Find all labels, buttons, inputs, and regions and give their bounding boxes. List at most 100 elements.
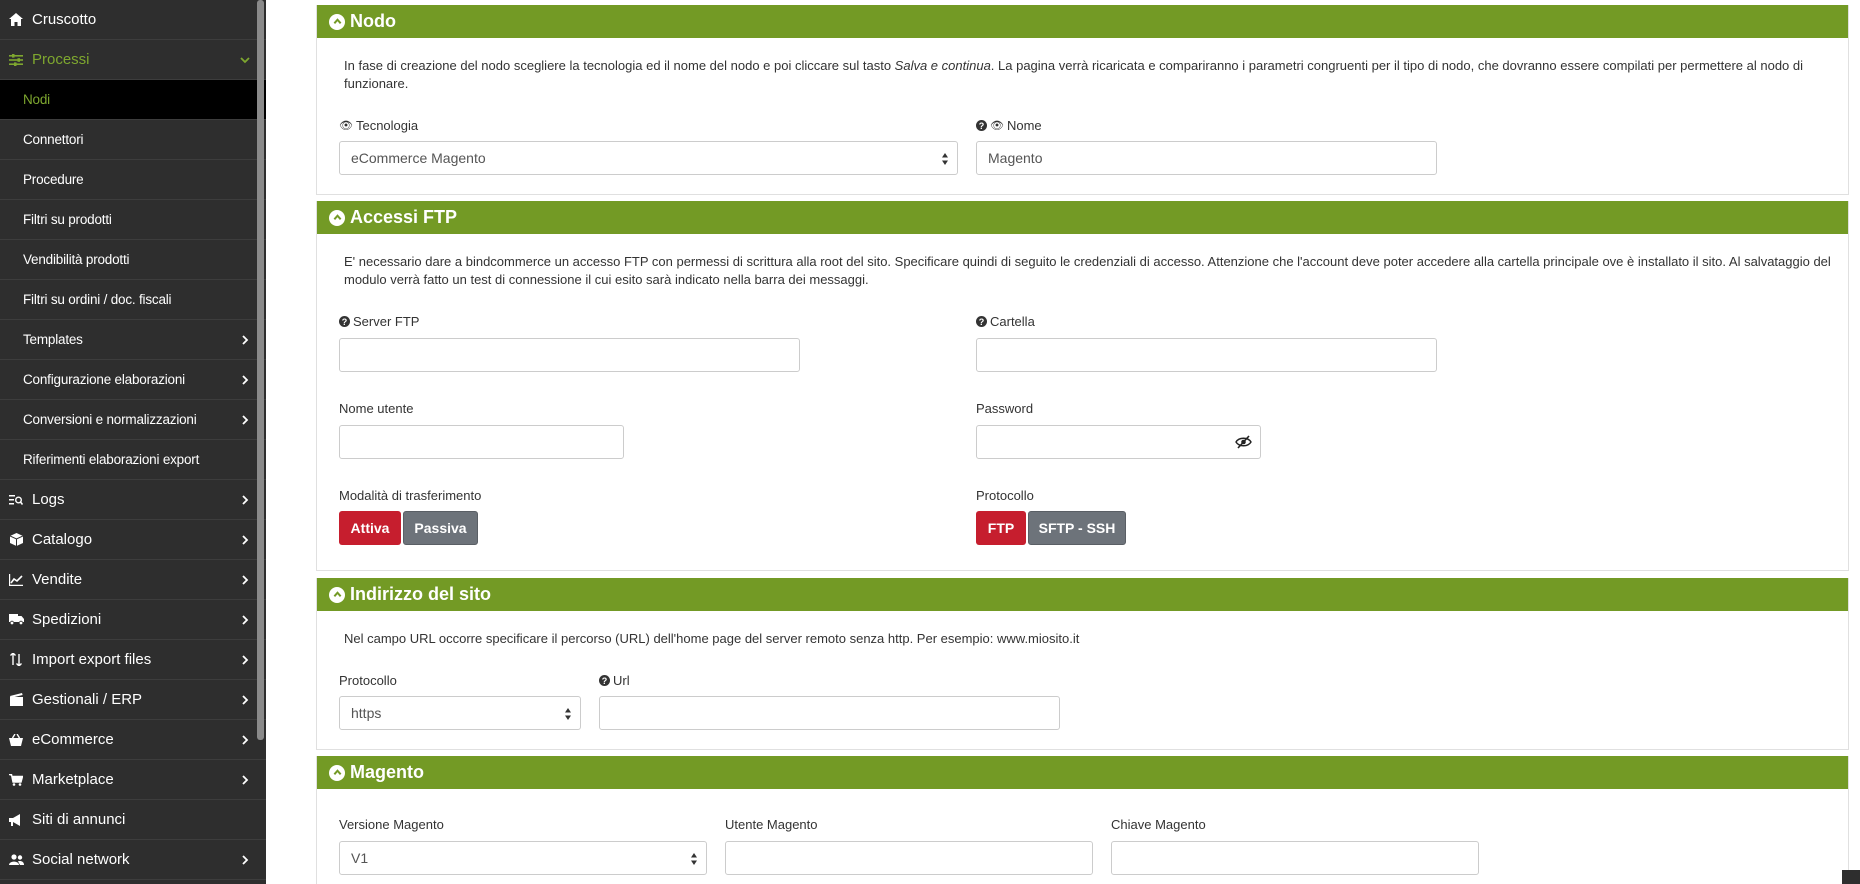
question-circle-icon: ? [976, 316, 987, 327]
sidebar-subitem-templates[interactable]: Templates [0, 320, 266, 360]
panel-title: Magento [350, 762, 424, 782]
panel-title: Indirizzo del sito [350, 584, 492, 604]
sidebar-item-cruscotto[interactable]: Cruscotto [0, 0, 266, 40]
nome-utente-input[interactable] [339, 425, 624, 459]
chevron-up-circle-icon[interactable] [329, 13, 345, 30]
cartella-input[interactable] [976, 338, 1437, 372]
eye-slash-icon[interactable] [1235, 435, 1252, 449]
select-arrows-icon [565, 708, 571, 720]
chiave-magento-input[interactable] [1111, 841, 1479, 875]
sidebar-item-ecommerce[interactable]: eCommerce [0, 720, 266, 760]
panel-title: Accessi FTP [350, 207, 458, 227]
chevron-right-icon [238, 573, 252, 587]
clapperboard-icon [8, 692, 24, 708]
users-icon [8, 852, 24, 868]
passiva-button[interactable]: Passiva [403, 511, 478, 545]
nome-label: ? 👁 Nome [976, 118, 1042, 133]
panel-header[interactable]: Magento [317, 756, 1848, 789]
scroll-corner [1842, 870, 1860, 884]
panel-description: E' necessario dare a bindcommerce un acc… [344, 254, 1831, 287]
sidebar-item-processi[interactable]: Processi [0, 40, 266, 80]
chevron-right-icon [238, 613, 252, 627]
sidebar-subitem-connettori[interactable]: Connettori [0, 120, 266, 160]
sidebar-scrollbar[interactable] [257, 0, 264, 740]
versione-magento-select[interactable]: V1 [339, 841, 707, 875]
panel-header[interactable]: Indirizzo del sito [317, 578, 1848, 611]
sidebar-item-label: Marketplace [32, 771, 114, 788]
sidebar-item-label: Connettori [23, 132, 84, 147]
sidebar-subitem-nodi[interactable]: Nodi [0, 80, 266, 120]
sidebar-subitem-vendibilita[interactable]: Vendibilità prodotti [0, 240, 266, 280]
url-input[interactable] [599, 696, 1060, 730]
eye-icon: 👁 [339, 120, 353, 132]
server-ftp-input[interactable] [339, 338, 800, 372]
sidebar-item-label: Logs [32, 491, 65, 508]
nome-input[interactable]: Magento [976, 141, 1437, 175]
chiave-magento-label: Chiave Magento [1111, 817, 1206, 832]
sidebar-subitem-filtri-prodotti[interactable]: Filtri su prodotti [0, 200, 266, 240]
attiva-button[interactable]: Attiva [339, 511, 401, 545]
sidebar-item-label: Nodi [23, 92, 50, 107]
chevron-up-circle-icon[interactable] [329, 586, 345, 603]
input-value: Magento [988, 150, 1043, 166]
sidebar-subitem-filtri-ordini[interactable]: Filtri su ordini / doc. fiscali [0, 280, 266, 320]
sidebar-item-label: Siti di annunci [32, 811, 126, 828]
sidebar-item-label: eCommerce [32, 731, 114, 748]
sidebar-subitem-riferimenti[interactable]: Riferimenti elaborazioni export [0, 440, 266, 480]
sidebar-item-catalogo[interactable]: Catalogo [0, 520, 266, 560]
home-icon [8, 12, 24, 28]
chevron-right-icon [238, 653, 252, 667]
label-text: Cartella [990, 314, 1035, 329]
sidebar-item-label: Vendibilità prodotti [23, 252, 130, 267]
sidebar-item-label: Conversioni e normalizzazioni [23, 412, 197, 427]
sliders-icon [8, 52, 24, 68]
description-emphasis: Salva e continua [894, 58, 991, 73]
sidebar-item-label: Templates [23, 332, 83, 347]
password-label: Password [976, 401, 1034, 416]
sidebar-item-import-export[interactable]: Import export files [0, 640, 266, 680]
panel-header[interactable]: Accessi FTP [317, 201, 1848, 234]
utente-magento-input[interactable] [725, 841, 1093, 875]
sidebar-item-spedizioni[interactable]: Spedizioni [0, 600, 266, 640]
sidebar-item-label: Import export files [32, 651, 152, 668]
list-search-icon [8, 492, 24, 508]
url-label: ? Url [599, 673, 630, 688]
bullhorn-icon [8, 812, 24, 828]
sidebar-item-vendite[interactable]: Vendite [0, 560, 266, 600]
sidebar-item-label: Configurazione elaborazioni [23, 372, 185, 387]
sidebar-item-label: Filtri su ordini / doc. fiscali [23, 292, 172, 307]
sidebar-item-label: Procedure [23, 172, 84, 187]
password-input[interactable] [976, 425, 1261, 459]
tecnologia-select[interactable]: eCommerce Magento [339, 141, 958, 175]
tecnologia-label: 👁 Tecnologia [339, 118, 418, 133]
chevron-up-circle-icon[interactable] [329, 764, 345, 781]
protocollo-select[interactable]: https [339, 696, 581, 730]
question-circle-icon: ? [599, 675, 610, 686]
chevron-right-icon [238, 773, 252, 787]
modalita-label: Modalità di trasferimento [339, 488, 482, 503]
panel-header[interactable]: Nodo [317, 5, 1848, 38]
sidebar-item-social[interactable]: Social network [0, 840, 266, 880]
chevron-right-icon [238, 733, 252, 747]
sidebar-subitem-configurazione[interactable]: Configurazione elaborazioni [0, 360, 266, 400]
panel-accessi-ftp: Accessi FTP E' necessario dare a bindcom… [316, 201, 1849, 571]
truck-icon [8, 612, 24, 628]
question-circle-icon: ? [976, 120, 987, 131]
sidebar-item-logs[interactable]: Logs [0, 480, 266, 520]
sidebar-item-gestionali[interactable]: Gestionali / ERP [0, 680, 266, 720]
select-value: https [351, 705, 382, 721]
ftp-button[interactable]: FTP [976, 511, 1026, 545]
sidebar: Cruscotto Processi Nodi Connettori Proce… [0, 0, 266, 884]
chevron-up-circle-icon[interactable] [329, 209, 345, 226]
protocollo-ftp-label: Protocollo [976, 488, 1034, 503]
sidebar-item-siti-annunci[interactable]: Siti di annunci [0, 800, 266, 840]
label-text: Nome [1006, 118, 1042, 133]
sidebar-item-marketplace[interactable]: Marketplace [0, 760, 266, 800]
panel-description: In fase di creazione del nodo scegliere … [344, 57, 1814, 93]
sidebar-subitem-conversioni[interactable]: Conversioni e normalizzazioni [0, 400, 266, 440]
sftp-ssh-button[interactable]: SFTP - SSH [1028, 511, 1126, 545]
sidebar-item-label: Riferimenti elaborazioni export [23, 452, 200, 467]
label-text: Tecnologia [355, 118, 419, 133]
sidebar-item-label: Gestionali / ERP [32, 691, 143, 708]
sidebar-subitem-procedure[interactable]: Procedure [0, 160, 266, 200]
